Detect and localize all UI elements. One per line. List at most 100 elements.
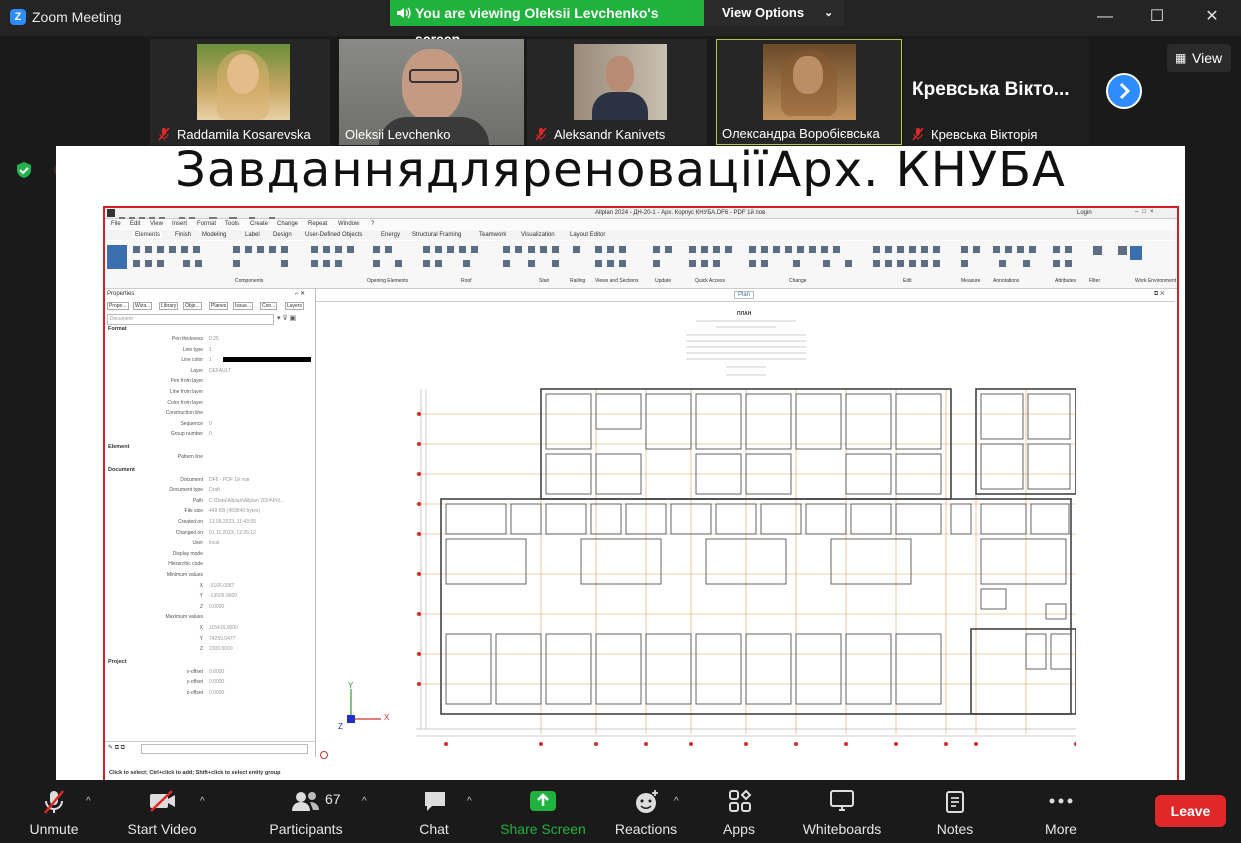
property-value[interactable]: 115416.0000 <box>209 625 238 631</box>
participant-tile-active-speaker[interactable]: Олександра Воробієвська <box>716 39 902 145</box>
property-value[interactable]: 0.0000 <box>209 679 224 685</box>
view-options-button[interactable]: View Options ⌄ <box>704 0 844 26</box>
ribbon-tab-finish[interactable]: Finish <box>175 232 191 238</box>
property-value[interactable]: DEFAULT <box>209 368 231 374</box>
property-value[interactable]: 0.0000 <box>209 604 224 610</box>
reactions-button[interactable]: Reactions <box>612 780 680 843</box>
participant-tile[interactable]: Oleksii Levchenko <box>339 39 524 145</box>
property-value[interactable]: local <box>209 540 219 546</box>
leave-button[interactable]: Leave <box>1155 795 1226 827</box>
property-value[interactable]: 0.25 <box>209 336 219 342</box>
ribbon-tab-design[interactable]: Design <box>273 232 292 238</box>
menu-format[interactable]: Format <box>197 221 216 227</box>
participant-tile[interactable]: Aleksandr Kanivets <box>527 39 707 145</box>
property-value[interactable]: C:\Data\Allplan\Allplan 2024\Prj\... <box>209 498 284 504</box>
ribbon-tab-layout-editor[interactable]: Layout Editor <box>570 232 605 238</box>
chat-chevron-icon[interactable]: ^ <box>467 796 472 807</box>
property-value[interactable]: Draft <box>209 487 220 493</box>
properties-section-header[interactable]: Document <box>108 467 135 473</box>
login-button[interactable]: Login <box>1077 210 1092 216</box>
ribbon-tab-teamwork[interactable]: Teamwork <box>479 232 506 238</box>
ribbon-tab-elements[interactable]: Elements <box>133 232 163 238</box>
property-value[interactable]: 0 <box>209 421 212 427</box>
menu-create[interactable]: Create <box>250 221 268 227</box>
ribbon-tab-user-defined[interactable]: User-Defined Objects <box>305 232 362 238</box>
property-value-input[interactable] <box>141 744 308 754</box>
participants-button[interactable]: 67 Participants <box>266 780 346 843</box>
property-value[interactable]: 0.0000 <box>209 669 224 675</box>
notes-button[interactable]: Notes <box>930 780 980 843</box>
property-value[interactable]: 1 <box>209 357 212 363</box>
menu-view[interactable]: View <box>150 221 163 227</box>
property-label: Document type <box>169 487 203 494</box>
tab-library[interactable]: Library <box>159 302 179 310</box>
ribbon-tab-label[interactable]: Label <box>245 232 260 238</box>
ribbon-tab-modeling[interactable]: Modeling <box>202 232 226 238</box>
properties-section-header[interactable]: Project <box>108 659 127 665</box>
document-selector[interactable]: Document <box>107 314 274 325</box>
shield-icon[interactable] <box>15 161 33 179</box>
property-value[interactable]: 74250.0477 <box>209 636 235 642</box>
participant-tile[interactable]: Raddamila Kosarevska <box>150 39 330 145</box>
tab-planes[interactable]: Planes <box>209 302 229 310</box>
bar-chart-icon[interactable] <box>107 245 127 269</box>
panel-close-icon[interactable]: ⌐ ✕ <box>295 290 305 297</box>
tab-issues[interactable]: Issue... <box>233 302 254 310</box>
property-value[interactable]: 01.11.2023, 12:26:12 <box>209 530 256 536</box>
properties-section-header[interactable]: Element <box>108 444 129 450</box>
more-button[interactable]: More <box>1037 780 1085 843</box>
menu-repeat[interactable]: Repeat <box>308 221 327 227</box>
quick-access-toolbar[interactable] <box>119 210 289 223</box>
menu-tools[interactable]: Tools <box>225 221 239 227</box>
tab-wizards[interactable]: Wiza... <box>133 302 153 310</box>
audio-options-chevron-icon[interactable]: ^ <box>86 796 91 807</box>
snap-icon[interactable] <box>320 751 328 759</box>
minimize-button[interactable]: — <box>1090 4 1120 30</box>
chat-button[interactable]: Chat <box>410 780 458 843</box>
apps-button[interactable]: Apps <box>715 780 763 843</box>
tab-connect[interactable]: Con... <box>260 302 278 310</box>
tab-properties[interactable]: Prope... <box>107 302 129 310</box>
drawing-area[interactable]: Plan ⧉ ✕ ПЛАН Y X Z <box>316 289 1175 761</box>
property-value[interactable]: 449 KB (459840 bytes) <box>209 508 260 514</box>
tab-layers[interactable]: Layers <box>285 302 305 310</box>
property-value[interactable]: 0.0000 <box>209 690 224 696</box>
property-value[interactable]: 2300.0000 <box>209 646 233 652</box>
property-value[interactable]: -3166.0087 <box>209 583 234 589</box>
property-value[interactable]: DF6 - PDF 1й пов <box>209 477 249 483</box>
whiteboards-button[interactable]: Whiteboards <box>798 780 886 843</box>
start-video-button[interactable]: Start Video <box>122 780 202 843</box>
participants-chevron-icon[interactable]: ^ <box>362 796 367 807</box>
menu-insert[interactable]: Insert <box>172 221 187 227</box>
property-value[interactable]: 0 <box>209 431 212 437</box>
allplan-window-controls[interactable]: –□× <box>1135 209 1157 215</box>
edit-icon[interactable]: ✎ ⧉ ⧉ <box>108 744 125 752</box>
property-value[interactable]: -13506.9600 <box>209 593 237 599</box>
reactions-chevron-icon[interactable]: ^ <box>674 796 679 807</box>
zoom-logo-icon: Z <box>10 9 26 25</box>
property-value[interactable]: 13.09.2023, 11:43:55 <box>209 519 256 525</box>
share-screen-button[interactable]: Share Screen <box>500 780 586 843</box>
ribbon-tab-energy[interactable]: Energy <box>381 232 400 238</box>
menu-file[interactable]: File <box>111 221 121 227</box>
plan-tab[interactable]: Plan <box>734 291 755 299</box>
drawing-close-icon[interactable]: ⧉ ✕ <box>1154 291 1165 298</box>
unmute-button[interactable]: Unmute <box>20 780 88 843</box>
maximize-button[interactable]: ☐ <box>1142 4 1172 30</box>
menu-window[interactable]: Window <box>338 221 359 227</box>
ribbon-tool-icons[interactable] <box>133 244 1173 274</box>
menu-help[interactable]: ? <box>371 221 374 227</box>
filter-icon[interactable]: ▾ ⊽ ▣ <box>277 314 296 322</box>
ribbon-tab-visualization[interactable]: Visualization <box>521 232 555 238</box>
menu-edit[interactable]: Edit <box>130 221 140 227</box>
view-button[interactable]: ▦ View <box>1167 44 1231 72</box>
properties-section-header[interactable]: Format <box>108 326 127 332</box>
video-options-chevron-icon[interactable]: ^ <box>200 796 205 807</box>
participant-tile[interactable]: Кревська Вікто... Кревська Вікторія <box>904 39 1089 145</box>
next-page-button[interactable] <box>1106 73 1142 109</box>
close-button[interactable]: ✕ <box>1197 4 1227 30</box>
ribbon-tab-structural[interactable]: Structural Framing <box>412 232 461 238</box>
menu-change[interactable]: Change <box>277 221 298 227</box>
tab-objects[interactable]: Obje... <box>183 302 202 310</box>
property-value[interactable]: 1 <box>209 347 212 353</box>
